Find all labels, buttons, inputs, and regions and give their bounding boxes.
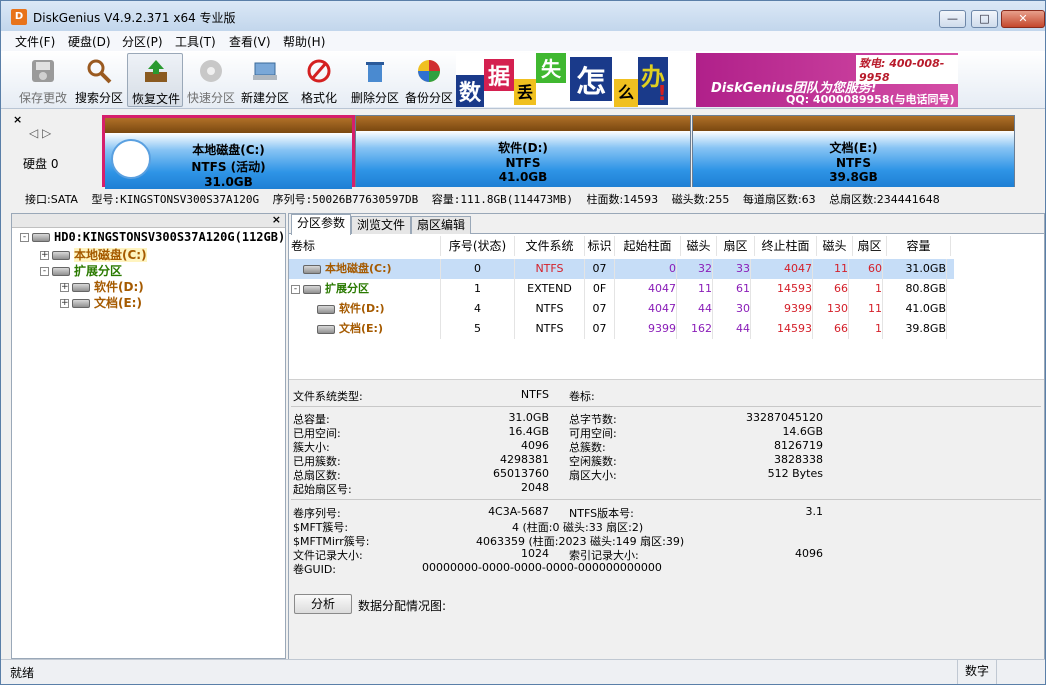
backup-partition-button[interactable]: 备份分区 — [401, 53, 457, 107]
save-icon — [32, 60, 54, 82]
disk-heads: 磁头数:255 — [671, 193, 730, 206]
banner-phone: 致电: 400-008-9958 — [856, 55, 958, 84]
save-changes-button[interactable]: 保存更改 — [15, 53, 71, 107]
disk-icon — [32, 233, 50, 242]
partition-icon — [303, 284, 321, 294]
partition-icon — [72, 283, 90, 292]
partition-block-e[interactable]: 文档(E:) NTFS 39.8GB — [692, 115, 1015, 187]
close-icon[interactable]: × — [13, 113, 22, 126]
format-icon — [307, 59, 331, 83]
search-icon — [87, 59, 112, 84]
status-text: 就绪 — [10, 666, 35, 680]
app-icon: D — [11, 9, 27, 25]
disk-interface: 接口:SATA — [25, 193, 78, 206]
windows-logo-icon — [111, 139, 151, 179]
table-row[interactable]: - 扩展分区 1 EXTEND 0F 4047 11 61 14593 66 1 … — [289, 279, 954, 299]
disk-info-line: 接口:SATA 型号:KINGSTONSV300S37A120G 序列号:500… — [25, 191, 950, 207]
disk-nav-arrows[interactable]: ◁ ▷ — [29, 126, 51, 140]
table-row[interactable]: 软件(D:) 4 NTFS 07 4047 44 30 9399 130 11 … — [289, 299, 954, 319]
disk-model: 型号:KINGSTONSV300S37A120G — [91, 193, 260, 206]
app-window: D DiskGenius V4.9.2.371 x64 专业版 — □ ✕ 文件… — [0, 0, 1046, 685]
partition-details: 文件系统类型: NTFS 卷标: 总容量: 31.0GB 总字节数: 33287… — [289, 379, 1044, 659]
menu-file[interactable]: 文件(F) — [15, 33, 55, 50]
disk-label: 硬盘 0 — [23, 157, 59, 171]
partition-params-panel: 分区参数 浏览文件 扇区编辑 卷标 序号(状态) 文件系统 标识 起始柱面 磁头… — [288, 213, 1045, 659]
tab-bar: 分区参数 浏览文件 扇区编辑 — [289, 214, 1044, 235]
partition-icon — [303, 264, 321, 274]
disk-serial: 序列号:50026B77630597DB — [272, 193, 419, 206]
tab-partition-params[interactable]: 分区参数 — [291, 214, 352, 235]
restore-files-button[interactable]: 恢复文件 — [127, 53, 183, 107]
status-bar: 就绪 数字 — [1, 659, 1045, 684]
partition-block-d[interactable]: 软件(D:) NTFS 41.0GB — [355, 115, 691, 187]
collapse-icon[interactable]: - — [291, 284, 300, 294]
restore-icon — [145, 60, 167, 82]
banner-char: 数 — [456, 75, 484, 107]
quick-partition-button[interactable]: 快速分区 — [183, 53, 239, 107]
delete-partition-button[interactable]: 删除分区 — [347, 53, 403, 107]
banner-char: 丢 — [514, 79, 536, 105]
table-row[interactable]: 文档(E:) 5 NTFS 07 9399 162 44 14593 66 1 … — [289, 319, 954, 339]
partition-icon — [52, 251, 70, 260]
title-bar: D DiskGenius V4.9.2.371 x64 专业版 — □ ✕ — [1, 1, 1045, 31]
disk-map-panel: × ◁ ▷ 硬盘 0 本地磁盘(C:) NTFS (活动) 31.0GB 软件(… — [11, 111, 1045, 211]
new-partition-button[interactable]: 新建分区 — [237, 53, 293, 107]
tree-item-e[interactable]: + 文档(E:) — [60, 294, 142, 310]
quick-partition-icon — [200, 60, 222, 82]
close-button[interactable]: ✕ — [1001, 10, 1045, 28]
close-icon[interactable]: × — [272, 213, 281, 226]
collapse-icon[interactable]: - — [20, 233, 29, 242]
table-row[interactable]: 本地磁盘(C:) 0 NTFS 07 0 32 33 4047 11 60 31… — [289, 259, 954, 279]
ad-banner[interactable]: 数 据 丢 失 怎 么 办 ! DiskGenius团队为您服务! QQ: 40… — [456, 53, 958, 107]
maximize-button[interactable]: □ — [971, 10, 998, 28]
search-partition-button[interactable]: 搜索分区 — [71, 53, 127, 107]
numlock-indicator: 数字 — [957, 660, 997, 684]
disk-capacity: 容量:111.8GB(114473MB) — [431, 193, 573, 206]
disk-tree-panel: × - HD0:KINGSTONSV300S37A120G(112GB) + 本地磁… — [11, 213, 286, 659]
banner-char: 么 — [614, 79, 638, 107]
tree-item-disk[interactable]: - HD0:KINGSTONSV300S37A120G(112GB) — [20, 230, 285, 246]
banner-char: 据 — [484, 59, 514, 91]
banner-char: ! — [657, 81, 667, 105]
minimize-button[interactable]: — — [939, 10, 966, 28]
menu-tools[interactable]: 工具(T) — [175, 33, 216, 50]
partition-block-c[interactable]: 本地磁盘(C:) NTFS (活动) 31.0GB — [102, 115, 355, 189]
menu-disk[interactable]: 硬盘(D) — [68, 33, 111, 50]
menu-bar: 文件(F) 硬盘(D) 分区(P) 工具(T) 查看(V) 帮助(H) — [1, 31, 1045, 51]
disk-sectors-per-track: 每道扇区数:63 — [742, 193, 816, 206]
analyze-button[interactable]: 分析 — [294, 594, 352, 614]
menu-partition[interactable]: 分区(P) — [122, 33, 163, 50]
data-distribution-label: 数据分配情况图: — [358, 599, 447, 613]
banner-qq: QQ: 4000089958(与电话同号) — [786, 93, 955, 106]
disk-total-sectors: 总扇区数:234441648 — [829, 193, 940, 206]
tree-item-d[interactable]: + 软件(D:) — [60, 278, 144, 294]
tree-item-c[interactable]: + 本地磁盘(C:) — [40, 246, 147, 262]
delete-icon — [366, 62, 384, 82]
tab-sector-edit[interactable]: 扇区编辑 — [411, 216, 472, 234]
new-partition-icon — [253, 62, 277, 80]
expand-icon[interactable]: + — [60, 299, 69, 308]
collapse-icon[interactable]: - — [40, 267, 49, 276]
partition-icon — [52, 267, 70, 276]
banner-char: 怎 — [570, 57, 612, 101]
backup-icon — [418, 60, 440, 82]
partition-icon — [72, 299, 90, 308]
banner-char: 失 — [536, 53, 566, 83]
expand-icon[interactable]: + — [60, 283, 69, 292]
table-header: 卷标 序号(状态) 文件系统 标识 起始柱面 磁头 扇区 终止柱面 磁头 扇区 … — [289, 236, 954, 256]
tree-item-extended[interactable]: - 扩展分区 — [40, 262, 122, 278]
partition-icon — [317, 324, 335, 334]
expand-icon[interactable]: + — [40, 251, 49, 260]
menu-view[interactable]: 查看(V) — [229, 33, 271, 50]
format-button[interactable]: 格式化 — [291, 53, 347, 107]
fs-type-value: NTFS — [520, 388, 549, 401]
disk-cylinders: 柱面数:14593 — [586, 193, 659, 206]
menu-help[interactable]: 帮助(H) — [283, 33, 325, 50]
tab-browse-files[interactable]: 浏览文件 — [351, 216, 412, 234]
window-title: DiskGenius V4.9.2.371 x64 专业版 — [33, 11, 236, 25]
partition-icon — [317, 304, 335, 314]
